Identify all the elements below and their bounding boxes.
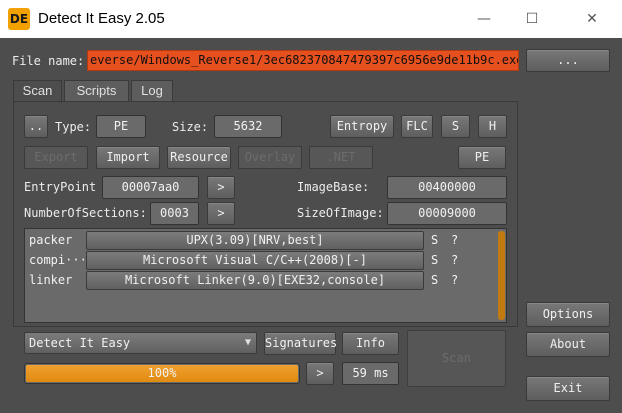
detection-results-list: packer UPX(3.09)[NRV,best] S ? compi··· …	[24, 228, 507, 323]
pe-button[interactable]: PE	[458, 146, 506, 169]
result-row-packer: packer UPX(3.09)[NRV,best] S ?	[25, 231, 495, 251]
size-of-image-value: 00009000	[387, 202, 507, 225]
scan-time-value: 59 ms	[342, 362, 399, 385]
maximize-icon[interactable]: ☐	[518, 6, 546, 32]
exit-button[interactable]: Exit	[526, 376, 610, 401]
tab-scan[interactable]: Scan	[13, 80, 62, 103]
chevron-down-icon: ▼	[244, 337, 251, 348]
strings-button[interactable]: S	[441, 115, 470, 138]
sections-view-button[interactable]: >	[207, 202, 235, 225]
result-type: packer	[29, 233, 73, 247]
scan-button[interactable]: Scan	[407, 330, 506, 387]
scan-progress-bar: 100%	[24, 363, 300, 384]
result-info-button[interactable]: ?	[451, 273, 458, 287]
signatures-button[interactable]: Signatures	[264, 332, 337, 355]
result-signature-button[interactable]: S	[431, 273, 438, 287]
entry-point-label: EntryPoint	[24, 180, 97, 194]
tab-scripts[interactable]: Scripts	[64, 80, 129, 102]
result-type: linker	[29, 273, 73, 287]
flc-button[interactable]: FLC	[401, 115, 433, 138]
results-scrollbar[interactable]	[497, 229, 506, 322]
type-label: Type:	[55, 120, 92, 134]
size-value: 5632	[214, 115, 282, 138]
tab-log[interactable]: Log	[131, 80, 173, 102]
hex-button[interactable]: H	[478, 115, 507, 138]
browse-file-button[interactable]: ...	[526, 49, 610, 72]
sections-value: 0003	[150, 202, 199, 225]
close-icon[interactable]: ✕	[578, 6, 606, 32]
result-row-linker: linker Microsoft Linker(9.0)[EXE32,conso…	[25, 271, 495, 291]
result-type: compi···	[29, 253, 85, 267]
result-name-button[interactable]: Microsoft Linker(9.0)[EXE32,console]	[86, 271, 424, 290]
file-info-button[interactable]: ..	[24, 115, 48, 138]
about-button[interactable]: About	[526, 332, 610, 357]
entry-point-value: 00007aa0	[102, 176, 199, 199]
detect-it-easy-window: DE Detect It Easy 2.05 — ☐ ✕ File name: …	[0, 0, 622, 413]
minimize-icon[interactable]: —	[470, 6, 498, 32]
database-select[interactable]: Detect It Easy ▼	[24, 332, 257, 354]
import-button[interactable]: Import	[96, 146, 160, 169]
entropy-button[interactable]: Entropy	[330, 115, 394, 138]
app-logo-icon: DE	[8, 8, 30, 30]
size-label: Size:	[172, 120, 209, 134]
info-button[interactable]: Info	[342, 332, 399, 355]
scrollbar-thumb[interactable]	[498, 231, 505, 320]
options-button[interactable]: Options	[526, 302, 610, 327]
title-bar: DE Detect It Easy 2.05 — ☐ ✕	[0, 0, 622, 38]
scan-options-arrow-button[interactable]: >	[306, 362, 334, 385]
export-button[interactable]: Export	[24, 146, 88, 169]
progress-text: 100%	[147, 366, 177, 380]
database-select-value: Detect It Easy	[29, 336, 131, 350]
resource-button[interactable]: Resource	[167, 146, 231, 169]
result-name-button[interactable]: Microsoft Visual C/C++(2008)[-]	[86, 251, 424, 270]
result-signature-button[interactable]: S	[431, 233, 438, 247]
result-name-button[interactable]: UPX(3.09)[NRV,best]	[86, 231, 424, 250]
image-base-value: 00400000	[387, 176, 507, 199]
image-base-label: ImageBase:	[297, 180, 370, 194]
type-value: PE	[96, 115, 146, 138]
overlay-button[interactable]: Overlay	[238, 146, 302, 169]
file-name-label: File name:	[12, 54, 85, 68]
result-row-compiler: compi··· Microsoft Visual C/C++(2008)[-]…	[25, 251, 495, 271]
window-title: Detect It Easy 2.05	[38, 10, 165, 27]
dotnet-button[interactable]: .NET	[309, 146, 373, 169]
size-of-image-label: SizeOfImage:	[297, 206, 384, 220]
result-info-button[interactable]: ?	[451, 253, 458, 267]
file-name-field[interactable]: everse/Windows_Reverse1/3ec6823708474793…	[87, 50, 519, 71]
sections-label: NumberOfSections:	[24, 206, 147, 220]
result-signature-button[interactable]: S	[431, 253, 438, 267]
result-info-button[interactable]: ?	[451, 233, 458, 247]
entry-point-disasm-button[interactable]: >	[207, 176, 235, 199]
